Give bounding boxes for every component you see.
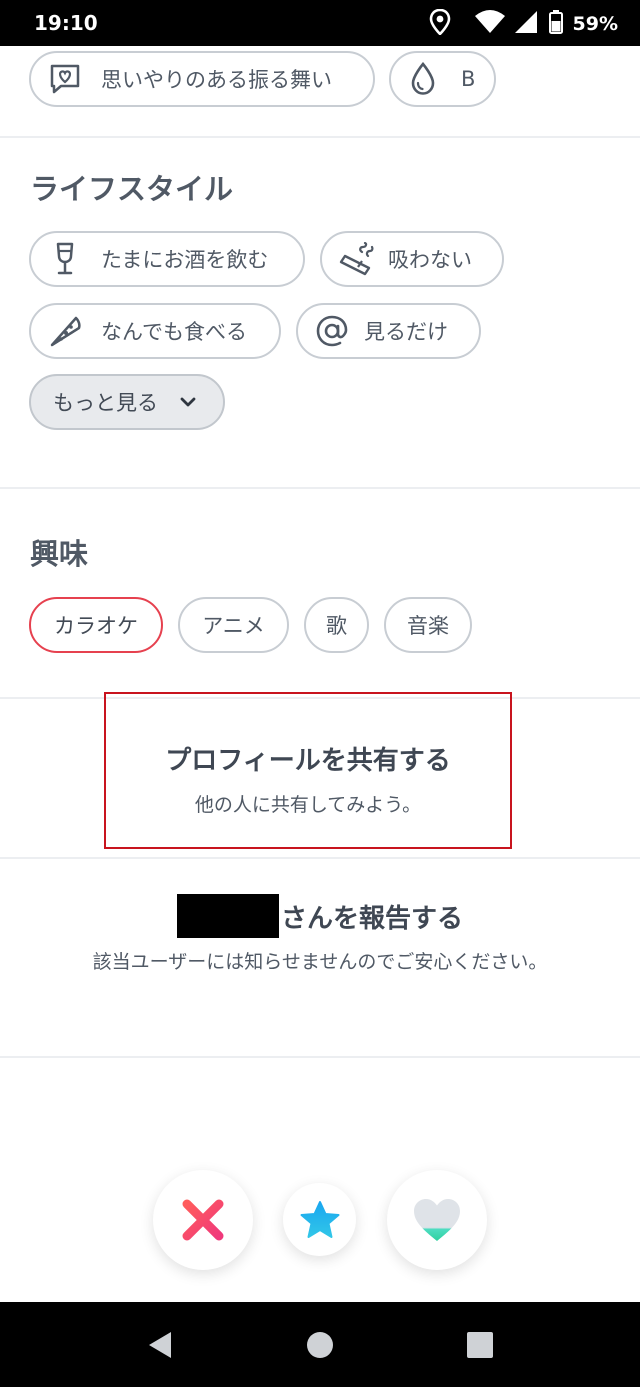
divider <box>0 857 640 859</box>
chip-diet: なんでも食べる <box>29 303 281 359</box>
chip-label: カラオケ <box>54 614 138 638</box>
chip-label: B <box>461 67 476 91</box>
chip-label: 音楽 <box>407 614 449 638</box>
battery-icon <box>548 10 563 38</box>
chip-label: 歌 <box>326 614 347 638</box>
battery-percent: 59% <box>572 13 618 35</box>
section-title-lifestyle: ライフスタイル <box>30 172 234 206</box>
wifi-icon <box>474 10 505 38</box>
interest-chip: 音楽 <box>384 597 472 653</box>
chevron-down-icon <box>180 396 196 408</box>
show-more-button[interactable]: もっと見る <box>29 374 225 430</box>
home-icon <box>306 1331 334 1359</box>
signal-icon <box>513 10 537 38</box>
chip-smoking: 吸わない <box>320 231 504 287</box>
report-title: さんを報告する <box>280 903 463 934</box>
x-icon <box>181 1198 225 1242</box>
chip-communication: 思いやりのある振る舞い <box>29 51 375 107</box>
share-title: プロフィールを共有する <box>165 746 451 776</box>
wine-glass-icon <box>45 239 85 279</box>
status-time: 19:10 <box>34 11 98 35</box>
chip-label: 吸わない <box>388 248 472 272</box>
heart-chat-icon <box>45 59 85 99</box>
nav-back-button[interactable] <box>130 1302 190 1387</box>
drop-icon <box>403 59 443 99</box>
recents-icon <box>467 1331 493 1358</box>
super-like-button[interactable] <box>283 1183 356 1256</box>
report-description: 該当ユーザーには知らせませんのでご安心ください。 <box>92 951 548 973</box>
report-user-button[interactable]: さんを報告する <box>0 894 640 938</box>
chip-label: アニメ <box>202 614 265 638</box>
heart-icon <box>412 1197 462 1243</box>
chip-label: 思いやりのある振る舞い <box>101 68 332 92</box>
divider <box>0 487 640 489</box>
nav-home-button[interactable] <box>290 1302 350 1387</box>
chip-label: たまにお酒を飲む <box>101 248 269 272</box>
interest-chip: アニメ <box>178 597 289 653</box>
chip-social-media: 見るだけ <box>296 303 481 359</box>
system-nav-bar <box>0 1302 640 1387</box>
like-button[interactable] <box>387 1170 487 1270</box>
divider <box>0 1056 640 1058</box>
pizza-icon <box>45 311 85 351</box>
share-profile-button[interactable]: プロフィールを共有する 他の人に共有してみよう。 <box>104 692 512 849</box>
interest-chip: カラオケ <box>29 597 163 653</box>
status-bar: 19:10 59% <box>0 0 640 46</box>
chip-label: 見るだけ <box>364 320 448 344</box>
redacted-username <box>176 894 279 938</box>
cigarette-icon <box>336 239 376 279</box>
divider <box>0 136 640 138</box>
at-sign-icon <box>312 311 352 351</box>
chip-label: なんでも食べる <box>101 320 247 344</box>
location-icon <box>429 8 451 39</box>
section-title-interests: 興味 <box>30 537 89 571</box>
star-icon <box>299 1200 341 1240</box>
interest-chip: 歌 <box>304 597 369 653</box>
nav-recents-button[interactable] <box>450 1302 510 1387</box>
show-more-label: もっと見る <box>53 391 158 415</box>
status-icons: 59% <box>429 8 618 39</box>
chip-blood-type: B <box>389 51 496 107</box>
chip-drinking: たまにお酒を飲む <box>29 231 305 287</box>
back-icon <box>146 1330 174 1360</box>
nope-button[interactable] <box>153 1170 253 1270</box>
share-subtitle: 他の人に共有してみよう。 <box>194 794 422 816</box>
